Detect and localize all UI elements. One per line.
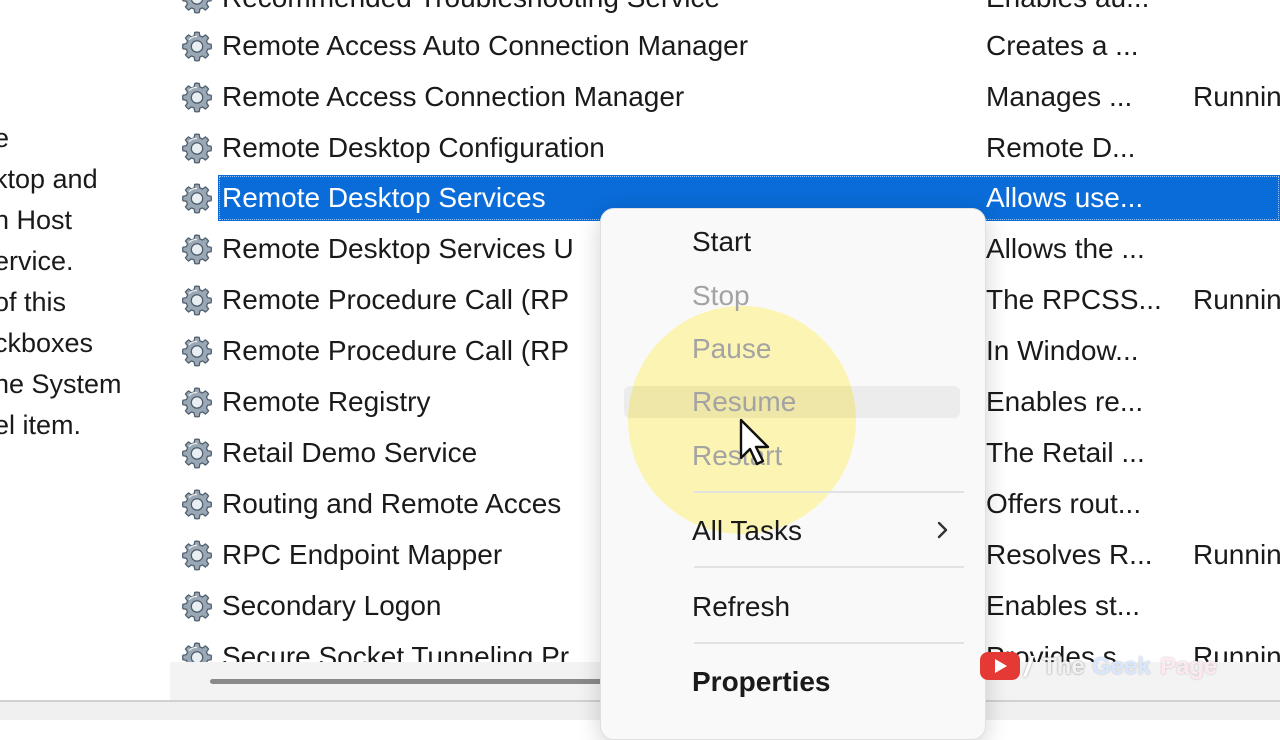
gear-icon: [178, 587, 216, 625]
watermark-the: The: [1042, 653, 1085, 680]
gear-icon: [178, 78, 216, 116]
service-description: Allows the ...: [986, 233, 1145, 264]
service-status: Runnin: [1193, 539, 1280, 570]
service-name: Remote Desktop Services: [222, 182, 546, 213]
description-line: e: [0, 123, 10, 153]
gear-icon: [178, 281, 216, 319]
gear-icon: [178, 230, 216, 268]
gear-icon: [178, 383, 216, 421]
mouse-pointer-icon: [739, 418, 770, 466]
service-row[interactable]: Recommended Troubleshooting Service Enab…: [170, 0, 1280, 21]
gear-icon: [178, 129, 216, 167]
menu-item-all-tasks[interactable]: All Tasks: [692, 511, 802, 551]
menu-item-stop[interactable]: Stop: [692, 276, 750, 316]
service-name: Remote Registry: [222, 386, 431, 417]
gear-icon: [178, 179, 216, 217]
service-name: Retail Demo Service: [222, 437, 478, 468]
service-name: RPC Endpoint Mapper: [222, 539, 503, 570]
service-name: Secondary Logon: [222, 590, 442, 621]
description-line: ervice.: [0, 246, 74, 276]
menu-item-start[interactable]: Start: [692, 222, 751, 262]
description-line: n Host: [0, 205, 73, 235]
gear-icon: [178, 536, 216, 574]
service-name: Remote Desktop Configuration: [222, 132, 605, 163]
service-description: The RPCSS...: [986, 284, 1162, 315]
service-row[interactable]: Remote Access Connection Manager Manages…: [170, 74, 1280, 120]
service-name: Routing and Remote Acces: [222, 488, 562, 519]
gear-icon: [178, 485, 216, 523]
service-description: Remote D...: [986, 132, 1136, 163]
gear-icon: [178, 0, 216, 17]
description-line: el item.: [0, 410, 82, 440]
service-description: Enables au...: [986, 0, 1149, 21]
service-description: Allows use...: [986, 182, 1144, 213]
description-pane: e ktop and n Host ervice. of this ckboxe…: [0, 0, 170, 700]
menu-item-refresh[interactable]: Refresh: [692, 587, 790, 627]
service-name: Remote Procedure Call (RP: [222, 284, 570, 315]
service-description: Creates a ...: [986, 30, 1139, 61]
gear-icon: [178, 434, 216, 472]
watermark-logo: / The Geek Page: [980, 650, 1270, 684]
service-name: Secure Socket Tunneling Pr: [222, 641, 570, 662]
service-description: Manages ...: [986, 81, 1133, 112]
chevron-right-icon: [937, 521, 948, 539]
menu-separator: [694, 566, 964, 568]
service-name: Recommended Troubleshooting Service: [222, 0, 720, 21]
scrollbar-thumb[interactable]: [210, 679, 630, 684]
service-name: Remote Desktop Services U: [222, 233, 574, 264]
gear-icon: [178, 332, 216, 370]
gear-icon: [178, 27, 216, 65]
youtube-play-icon: [980, 652, 1020, 680]
watermark-slash: /: [1024, 651, 1032, 682]
service-description: Enables st...: [986, 590, 1141, 621]
service-description: Resolves R...: [986, 539, 1153, 570]
service-name: Remote Access Auto Connection Manager: [222, 30, 749, 61]
description-line: of this: [0, 287, 67, 317]
service-row[interactable]: Remote Desktop Configuration Remote D...: [170, 125, 1280, 171]
menu-separator: [694, 491, 964, 493]
service-status: Runnin: [1193, 284, 1280, 315]
service-description: Offers rout...: [986, 488, 1142, 519]
watermark-geek: Geek: [1092, 653, 1151, 680]
menu-item-resume[interactable]: Resume: [692, 382, 796, 422]
service-name: Remote Procedure Call (RP: [222, 335, 570, 366]
watermark-page: Page: [1160, 653, 1218, 680]
service-description: The Retail ...: [986, 437, 1145, 468]
description-line: ktop and: [0, 164, 98, 194]
service-description: In Window...: [986, 335, 1139, 366]
menu-item-properties[interactable]: Properties: [692, 662, 831, 702]
service-name: Remote Access Connection Manager: [222, 81, 685, 112]
menu-separator: [694, 642, 964, 644]
menu-item-pause[interactable]: Pause: [692, 329, 771, 369]
service-row[interactable]: Remote Access Auto Connection Manager Cr…: [170, 23, 1280, 69]
description-line: ckboxes: [0, 328, 94, 358]
service-status: Runnin: [1193, 81, 1280, 112]
gear-icon: [178, 638, 216, 662]
description-line: ne System: [0, 369, 122, 399]
service-description: Enables re...: [986, 386, 1144, 417]
